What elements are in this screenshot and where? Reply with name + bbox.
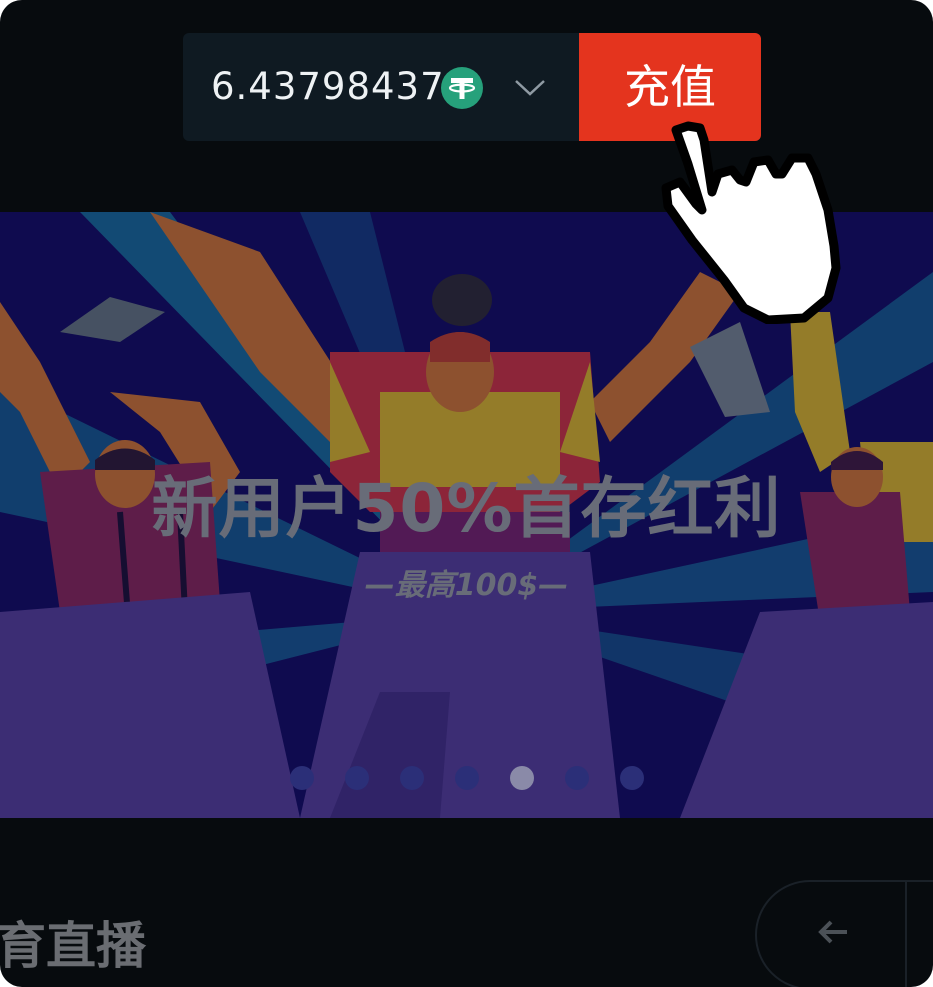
chevron-down-icon[interactable] [513, 73, 547, 101]
carousel-dot-active[interactable] [510, 766, 534, 790]
promo-subtitle: —最高100$— [364, 568, 569, 603]
pointer-hand-icon [661, 121, 841, 324]
carousel-dot[interactable] [565, 766, 589, 790]
arrow-left-icon [818, 920, 847, 944]
promo-title: 新用户50%首存红利 [151, 470, 782, 547]
app-screen: 6.43798437 充值 新用户50%首存红利 —最高100$— 育直播 [0, 0, 933, 987]
carousel-dot[interactable] [400, 766, 424, 790]
divider [905, 882, 907, 987]
carousel-dot[interactable] [290, 766, 314, 790]
carousel-dot[interactable] [620, 766, 644, 790]
carousel-dot[interactable] [345, 766, 369, 790]
balance-amount: 6.43798437 [211, 65, 445, 108]
carousel-dot[interactable] [455, 766, 479, 790]
usdt-tether-icon [441, 67, 483, 109]
prev-button[interactable] [755, 880, 933, 987]
section-title: 育直播 [0, 917, 146, 975]
